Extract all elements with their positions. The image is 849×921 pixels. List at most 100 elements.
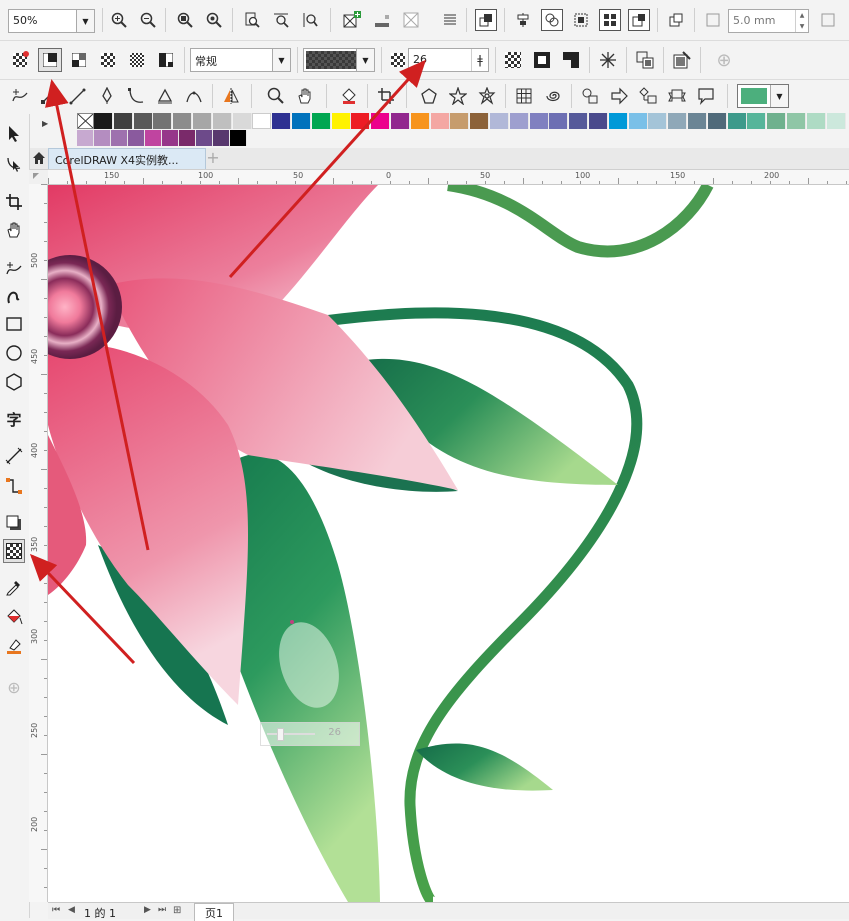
basic-shapes-icon[interactable] bbox=[579, 85, 601, 107]
zoom-to-page-icon[interactable] bbox=[241, 9, 263, 31]
color-swatch[interactable] bbox=[94, 113, 113, 129]
b-spline-icon[interactable] bbox=[125, 85, 147, 107]
smart-fill-tool-icon[interactable] bbox=[3, 634, 25, 658]
floating-transparency-slider[interactable]: 26 bbox=[260, 722, 360, 746]
combine-icon[interactable] bbox=[541, 9, 563, 31]
color-swatch[interactable] bbox=[133, 113, 153, 129]
ruler-origin[interactable] bbox=[29, 170, 48, 184]
color-swatch[interactable] bbox=[688, 113, 707, 129]
fountain-transparency-icon[interactable] bbox=[68, 49, 90, 71]
outline-width-field[interactable]: 5.0 mm ▲ ▼ bbox=[728, 9, 809, 33]
polyline-icon[interactable] bbox=[154, 85, 176, 107]
two-color-pattern-transparency-icon[interactable] bbox=[155, 49, 177, 71]
banner-shapes-icon[interactable] bbox=[666, 85, 688, 107]
color-swatch[interactable] bbox=[252, 113, 272, 129]
previous-page-icon[interactable]: ◀ bbox=[68, 905, 75, 915]
convert-to-curves-icon[interactable] bbox=[665, 9, 687, 31]
zoom-icon[interactable] bbox=[265, 85, 287, 107]
apply-outline-icon[interactable] bbox=[531, 49, 553, 71]
edit-transparency-icon[interactable] bbox=[671, 49, 693, 71]
color-swatch[interactable] bbox=[173, 113, 193, 129]
no-color-swatch[interactable] bbox=[77, 113, 94, 129]
transparency-tool-icon[interactable] bbox=[3, 539, 25, 563]
color-swatch[interactable] bbox=[826, 113, 846, 129]
color-swatch[interactable] bbox=[193, 113, 212, 129]
ellipse-tool-icon[interactable] bbox=[3, 341, 25, 365]
zoom-in-icon[interactable] bbox=[108, 9, 130, 31]
color-swatch[interactable] bbox=[747, 113, 767, 129]
page-tab[interactable]: 页1 bbox=[194, 903, 234, 921]
polygon-icon[interactable] bbox=[418, 85, 440, 107]
spinner-icon[interactable]: ▲ ▼ bbox=[795, 10, 808, 32]
fill-color-picker[interactable]: ▼ bbox=[737, 84, 789, 108]
home-icon[interactable] bbox=[32, 151, 46, 168]
flowchart-shapes-icon[interactable] bbox=[637, 85, 659, 107]
color-swatch[interactable] bbox=[668, 113, 688, 129]
color-swatch[interactable] bbox=[410, 113, 430, 129]
pan-tool-icon[interactable] bbox=[3, 218, 25, 242]
smart-fill-icon[interactable] bbox=[338, 85, 360, 107]
color-swatch[interactable] bbox=[213, 130, 230, 146]
color-swatch[interactable] bbox=[490, 113, 509, 129]
ungroup-icon[interactable] bbox=[599, 9, 621, 31]
arrange-front-icon[interactable] bbox=[475, 9, 497, 31]
parallel-dimension-tool-icon[interactable] bbox=[3, 444, 25, 468]
color-swatch[interactable] bbox=[391, 113, 410, 129]
copy-transparency-icon[interactable] bbox=[634, 49, 656, 71]
color-swatch[interactable] bbox=[787, 113, 806, 129]
two-point-line-icon[interactable] bbox=[38, 85, 60, 107]
apply-all-icon[interactable] bbox=[560, 49, 582, 71]
perspective-dots-icon[interactable] bbox=[371, 9, 393, 31]
color-swatch[interactable] bbox=[628, 113, 648, 129]
color-swatch[interactable] bbox=[648, 113, 668, 129]
zoom-level-combo[interactable]: 50% ▼ bbox=[8, 9, 95, 33]
rectangle-tool-icon[interactable] bbox=[3, 312, 25, 336]
add-page-icon[interactable]: ⊞ bbox=[173, 905, 181, 916]
bitmap-pattern-transparency-icon[interactable] bbox=[126, 49, 148, 71]
color-swatch[interactable] bbox=[549, 113, 569, 129]
symmetry-icon[interactable] bbox=[220, 85, 242, 107]
pick-tool-icon[interactable] bbox=[3, 122, 25, 146]
color-swatch[interactable] bbox=[111, 130, 128, 146]
horizontal-ruler[interactable]: 150 100 50 0 50 100 150 200 bbox=[48, 170, 849, 185]
color-swatch[interactable] bbox=[212, 113, 232, 129]
color-swatch[interactable] bbox=[509, 113, 529, 129]
freehand-tool-icon[interactable] bbox=[3, 257, 25, 281]
drop-shadow-tool-icon[interactable] bbox=[3, 511, 25, 535]
color-swatch[interactable] bbox=[589, 113, 608, 129]
graph-paper-icon[interactable] bbox=[513, 85, 535, 107]
color-swatch[interactable] bbox=[767, 113, 787, 129]
last-page-icon[interactable]: ⏭ bbox=[158, 905, 166, 915]
chevron-down-icon[interactable]: ▼ bbox=[356, 49, 374, 71]
freehand-icon[interactable] bbox=[9, 85, 31, 107]
complex-star-icon[interactable] bbox=[476, 85, 498, 107]
apply-fill-icon[interactable] bbox=[502, 49, 524, 71]
slider-icon[interactable]: ǂ bbox=[471, 49, 488, 71]
crop-icon[interactable] bbox=[375, 85, 397, 107]
callout-shapes-icon[interactable] bbox=[695, 85, 717, 107]
connector-tool-icon[interactable] bbox=[3, 474, 25, 498]
pan-hand-icon[interactable] bbox=[294, 85, 316, 107]
color-swatch[interactable] bbox=[128, 130, 145, 146]
no-transparency-icon[interactable] bbox=[9, 49, 31, 71]
color-swatch[interactable] bbox=[272, 113, 292, 129]
color-swatch[interactable] bbox=[707, 113, 727, 129]
color-swatch[interactable] bbox=[196, 130, 213, 146]
zoom-page-width-icon[interactable] bbox=[270, 9, 292, 31]
zoom-out-icon[interactable] bbox=[137, 9, 159, 31]
transparency-value-field[interactable]: 26 ǂ bbox=[408, 48, 489, 72]
color-swatch[interactable] bbox=[77, 130, 94, 146]
chevron-down-icon[interactable]: ▼ bbox=[76, 10, 94, 32]
color-swatch[interactable] bbox=[232, 113, 252, 129]
color-swatch[interactable] bbox=[162, 130, 179, 146]
transparency-color-picker[interactable]: ▼ bbox=[303, 48, 375, 72]
color-swatch[interactable] bbox=[806, 113, 826, 129]
color-swatch[interactable] bbox=[94, 130, 111, 146]
color-swatch[interactable] bbox=[179, 130, 196, 146]
next-page-icon[interactable]: ▶ bbox=[144, 905, 151, 915]
new-tab-icon[interactable]: + bbox=[204, 148, 222, 168]
chevron-down-icon[interactable]: ▼ bbox=[272, 49, 290, 71]
align-icon[interactable] bbox=[512, 9, 534, 31]
color-swatch[interactable] bbox=[292, 113, 311, 129]
uniform-transparency-icon[interactable] bbox=[38, 48, 62, 72]
